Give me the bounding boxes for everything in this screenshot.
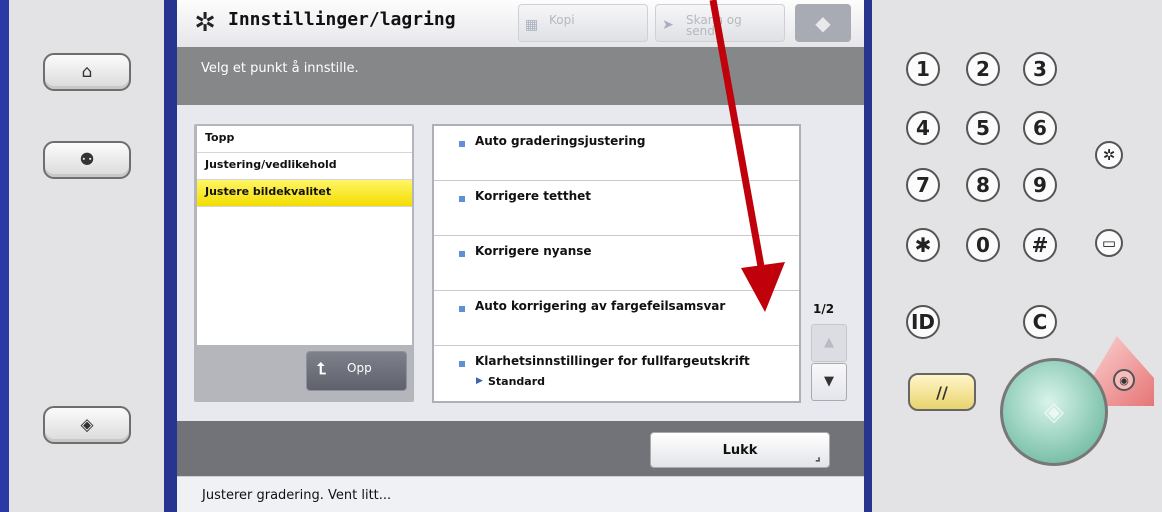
page-indicator: 1/2 bbox=[813, 302, 835, 316]
triangle-right-icon: ▶ bbox=[476, 376, 483, 386]
key-3[interactable]: 3 bbox=[1023, 52, 1057, 86]
bullet-icon bbox=[459, 251, 465, 257]
instruction-bar bbox=[177, 47, 864, 105]
screen-bezel-right bbox=[864, 0, 872, 512]
settings-key[interactable]: ✲ bbox=[1095, 141, 1123, 169]
page-title: Innstillinger/lagring bbox=[228, 9, 456, 30]
key-hash[interactable]: # bbox=[1023, 228, 1057, 262]
settings-icon: ✲ bbox=[1102, 146, 1116, 164]
home-icon: ⌂ bbox=[81, 62, 93, 82]
option-label: Korrigere tetthet bbox=[475, 189, 592, 203]
nav-item-adjustment-maintenance[interactable]: Justering/vedlikehold bbox=[197, 153, 412, 180]
copy-icon: ▦ bbox=[525, 17, 539, 33]
stop-icon: ◉ bbox=[1113, 369, 1135, 391]
key-asterisk[interactable]: ✱ bbox=[906, 228, 940, 262]
nav-item-top[interactable]: Topp bbox=[197, 126, 412, 153]
option-hue[interactable]: Korrigere nyanse bbox=[434, 236, 799, 291]
reset-button[interactable]: // bbox=[908, 373, 976, 411]
option-auto-gradation[interactable]: Auto graderingsjustering bbox=[434, 126, 799, 181]
bullet-icon bbox=[459, 196, 465, 202]
key-2[interactable]: 2 bbox=[966, 52, 1000, 86]
scroll-down-button[interactable]: ▼ bbox=[811, 363, 847, 401]
up-button-label: Opp bbox=[347, 361, 372, 375]
counter-key[interactable]: ▭ bbox=[1095, 229, 1123, 257]
home-button[interactable]: ⌂ bbox=[43, 53, 131, 91]
bullet-icon bbox=[459, 141, 465, 147]
instruction-text: Velg et punkt å innstille. bbox=[201, 61, 359, 76]
scroll-up-button[interactable]: ▲ bbox=[811, 324, 847, 362]
box-icon: ◆ bbox=[815, 11, 831, 35]
up-button[interactable]: ⮤ Opp bbox=[306, 351, 407, 391]
diamond-eye-icon: ◈ bbox=[80, 415, 94, 435]
triangle-down-icon: ▼ bbox=[824, 374, 834, 389]
quick-menu-button[interactable]: ◈ bbox=[43, 406, 131, 444]
key-7[interactable]: 7 bbox=[906, 168, 940, 202]
key-4[interactable]: 4 bbox=[906, 111, 940, 145]
option-label: Auto korrigering av fargefeilsamsvar bbox=[475, 299, 726, 313]
left-edge-strip bbox=[0, 0, 9, 512]
user-printer-icon: ⚉ bbox=[79, 150, 95, 170]
status-monitor-button[interactable]: ⚉ bbox=[43, 141, 131, 179]
key-6[interactable]: 6 bbox=[1023, 111, 1057, 145]
option-label: Klarhetsinnstillinger for fullfargeutskr… bbox=[475, 354, 750, 368]
key-0[interactable]: 0 bbox=[966, 228, 1000, 262]
send-icon: ➤ bbox=[662, 17, 674, 33]
bullet-icon bbox=[459, 306, 465, 312]
nav-item-image-quality[interactable]: Justere bildekvalitet bbox=[197, 180, 412, 207]
key-1[interactable]: 1 bbox=[906, 52, 940, 86]
option-full-color-clarity[interactable]: Klarhetsinnstillinger for fullfargeutskr… bbox=[434, 346, 799, 401]
clear-key[interactable]: C bbox=[1023, 305, 1057, 339]
tab-box[interactable]: ◆ bbox=[795, 4, 851, 42]
tab-copy-label: Kopi bbox=[549, 13, 575, 27]
start-diamond-icon: ◈ bbox=[1044, 397, 1064, 427]
key-8[interactable]: 8 bbox=[966, 168, 1000, 202]
id-key[interactable]: ID bbox=[906, 305, 940, 339]
option-density[interactable]: Korrigere tetthet bbox=[434, 181, 799, 236]
start-button[interactable]: ◈ bbox=[1000, 358, 1108, 466]
return-corner-icon: ⌟ bbox=[814, 449, 821, 464]
key-9[interactable]: 9 bbox=[1023, 168, 1057, 202]
option-current-value: Standard bbox=[488, 375, 546, 388]
close-button[interactable]: Lukk ⌟ bbox=[650, 432, 830, 468]
option-color-registration[interactable]: Auto korrigering av fargefeilsamsvar bbox=[434, 291, 799, 346]
close-button-label: Lukk bbox=[722, 443, 758, 458]
screen-bezel-left bbox=[164, 0, 177, 512]
settings-icon: ✲ bbox=[194, 8, 216, 38]
tab-copy[interactable]: ▦ Kopi bbox=[518, 4, 648, 42]
bullet-icon bbox=[459, 361, 465, 367]
tab-scan-send-label: Skann og send bbox=[686, 13, 742, 38]
status-text: Justerer gradering. Vent litt... bbox=[202, 488, 392, 503]
tab-scan-send[interactable]: ➤ Skann og send bbox=[655, 4, 785, 42]
counter-icon: ▭ bbox=[1101, 234, 1117, 252]
key-5[interactable]: 5 bbox=[966, 111, 1000, 145]
option-label: Korrigere nyanse bbox=[475, 244, 592, 258]
back-arrow-icon: ⮤ bbox=[317, 359, 327, 378]
triangle-up-icon: ▲ bbox=[824, 335, 834, 350]
option-label: Auto graderingsjustering bbox=[475, 134, 646, 148]
